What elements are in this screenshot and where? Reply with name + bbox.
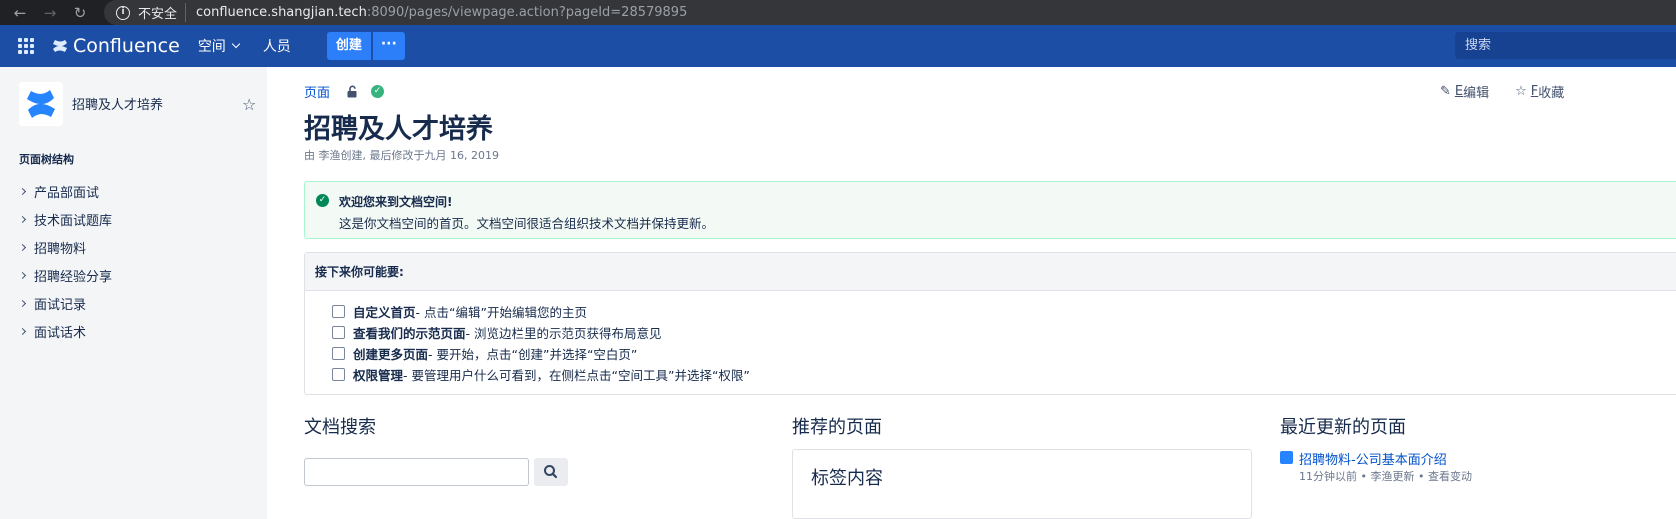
people-link[interactable]: 人员 bbox=[263, 36, 291, 56]
chevron-right-icon[interactable] bbox=[18, 243, 27, 251]
tree-item-label[interactable]: 招聘物料 bbox=[34, 238, 86, 257]
insecure-label: 不安全 bbox=[138, 3, 187, 22]
tree-item[interactable]: 招聘物料 bbox=[18, 233, 112, 261]
tree-item-label[interactable]: 招聘经验分享 bbox=[34, 266, 112, 285]
task-item: 查看我们的示范页面 - 浏览边栏里的示范页获得布局意见 bbox=[332, 322, 1676, 343]
main-area: 招聘及人才培养 ☆ 页面树结构 产品部面试 技术面试题库 招聘物料 招聘经验分享… bbox=[0, 67, 1676, 519]
tree-item[interactable]: 面试话术 bbox=[18, 317, 112, 345]
space-name[interactable]: 招聘及人才培养 bbox=[72, 94, 163, 113]
back-arrow-icon[interactable]: ← bbox=[10, 3, 30, 23]
star-icon: ☆ bbox=[1515, 84, 1527, 99]
task-description: - 要开始，点击“创建”并选择“空白页” bbox=[428, 347, 638, 362]
chevron-right-icon[interactable] bbox=[18, 271, 27, 279]
search-input[interactable]: 搜索 bbox=[1455, 32, 1676, 59]
task-checkbox[interactable] bbox=[332, 305, 345, 318]
task-description: - 要管理用户什么可看到，在侧栏点击“空间工具”并选择“权限” bbox=[403, 368, 750, 383]
address-bar[interactable]: i 不安全 confluence.shangjian.tech :8090/pa… bbox=[104, 0, 1676, 25]
space-logo-icon bbox=[27, 90, 55, 118]
tree-item[interactable]: 产品部面试 bbox=[18, 177, 112, 205]
browser-toolbar: ← → ↻ i 不安全 confluence.shangjian.tech :8… bbox=[0, 0, 1676, 25]
confluence-logo-icon bbox=[53, 40, 67, 52]
star-icon[interactable]: ☆ bbox=[242, 95, 256, 114]
tag-content-card: 标签内容 bbox=[792, 449, 1252, 519]
search-icon bbox=[544, 465, 558, 479]
page-actions: ✎ E 编辑 ☆ F 收藏 bbox=[1440, 82, 1590, 101]
task-description: - 浏览边栏里的示范页获得布局意见 bbox=[465, 326, 662, 341]
forward-arrow-icon[interactable]: → bbox=[40, 3, 60, 23]
breadcrumb-pages-link[interactable]: 页面 bbox=[304, 82, 330, 101]
task-title: 权限管理 bbox=[353, 368, 404, 383]
chevron-right-icon[interactable] bbox=[18, 327, 27, 335]
task-title: 自定义首页 bbox=[353, 305, 416, 320]
recent-page-meta: 11分钟以前 • 李渔更新 • 查看变动 bbox=[1299, 470, 1472, 483]
tree-item[interactable]: 技术面试题库 bbox=[18, 205, 112, 233]
task-list: 自定义首页 - 点击“编辑”开始编辑您的主页 查看我们的示范页面 - 浏览边栏里… bbox=[305, 301, 1676, 385]
task-item: 权限管理 - 要管理用户什么可看到，在侧栏点击“空间工具”并选择“权限” bbox=[332, 364, 1676, 385]
app-header: Confluence 空间 人员 创建 ··· 搜索 bbox=[0, 25, 1676, 67]
task-checkbox[interactable] bbox=[332, 347, 345, 360]
brand-name: Confluence bbox=[73, 35, 180, 57]
tree-item-label[interactable]: 面试记录 bbox=[34, 294, 86, 313]
create-button[interactable]: 创建 bbox=[326, 32, 371, 60]
chevron-right-icon[interactable] bbox=[18, 299, 27, 307]
task-checkbox[interactable] bbox=[332, 326, 345, 339]
welcome-panel: ✓ 欢迎您来到文档空间! 这是你文档空间的首页。文档空间很适合组织技术文档并保持… bbox=[304, 181, 1676, 239]
tree-item[interactable]: 招聘经验分享 bbox=[18, 261, 112, 289]
recommended-title: 推荐的页面 bbox=[792, 417, 882, 438]
page-byline: 由 李渔创建, 最后修改于九月 16, 2019 bbox=[304, 149, 499, 162]
tree-item[interactable]: 面试记录 bbox=[18, 289, 112, 317]
edit-shortcut-key: E bbox=[1454, 84, 1464, 99]
edit-button[interactable]: ✎ E 编辑 bbox=[1440, 82, 1489, 101]
save-label: 收藏 bbox=[1538, 86, 1565, 101]
pencil-icon: ✎ bbox=[1440, 84, 1451, 99]
task-item: 创建更多页面 - 要开始，点击“创建”并选择“空白页” bbox=[332, 343, 1676, 364]
task-checkbox[interactable] bbox=[332, 368, 345, 381]
tree-item-label[interactable]: 产品部面试 bbox=[34, 182, 99, 201]
page-doc-icon bbox=[1280, 451, 1293, 464]
tag-content-title: 标签内容 bbox=[811, 468, 883, 489]
tree-item-label[interactable]: 面试话术 bbox=[34, 322, 86, 341]
doc-search-input[interactable] bbox=[304, 458, 529, 486]
chevron-right-icon[interactable] bbox=[18, 187, 27, 195]
doc-search-button[interactable] bbox=[534, 458, 568, 486]
spaces-menu[interactable]: 空间 bbox=[197, 36, 241, 56]
app-switcher-icon[interactable] bbox=[18, 38, 34, 54]
page-content: 页面 ✓ ✎ E 编辑 ☆ F 收藏 招聘及人才培养 由 李渔创建, 最后修改于九月… bbox=[304, 67, 1676, 519]
welcome-body: 这是你文档空间的首页。文档空间很适合组织技术文档并保持更新。 bbox=[339, 216, 715, 231]
save-for-later-button[interactable]: ☆ F 收藏 bbox=[1515, 82, 1564, 101]
url-host: confluence.shangjian.tech bbox=[196, 5, 367, 20]
sidebar: 招聘及人才培养 ☆ 页面树结构 产品部面试 技术面试题库 招聘物料 招聘经验分享… bbox=[0, 67, 267, 519]
recent-title: 最近更新的页面 bbox=[1280, 417, 1406, 438]
page-tree-title: 页面树结构 bbox=[19, 153, 74, 166]
recent-page-link[interactable]: 招聘物料-公司基本面介绍 bbox=[1299, 449, 1447, 468]
task-title: 创建更多页面 bbox=[353, 347, 429, 362]
reload-icon[interactable]: ↻ bbox=[70, 3, 90, 23]
unlock-icon[interactable] bbox=[346, 85, 359, 98]
more-create-button[interactable]: ··· bbox=[372, 32, 405, 60]
url-path: :8090/pages/viewpage.action?pageId=28579… bbox=[366, 5, 688, 20]
chevron-down-icon bbox=[231, 39, 241, 49]
verified-check-icon[interactable]: ✓ bbox=[371, 85, 385, 98]
page-tree: 产品部面试 技术面试题库 招聘物料 招聘经验分享 面试记录 面试话术 bbox=[18, 177, 112, 345]
task-title: 查看我们的示范页面 bbox=[353, 326, 466, 341]
edit-label: 编辑 bbox=[1463, 86, 1490, 101]
confluence-logo[interactable]: Confluence bbox=[52, 35, 180, 57]
welcome-title: 欢迎您来到文档空间! bbox=[339, 195, 453, 209]
success-check-icon: ✓ bbox=[316, 194, 329, 207]
breadcrumb: 页面 ✓ bbox=[304, 82, 385, 101]
space-logo[interactable] bbox=[19, 82, 63, 126]
spaces-label: 空间 bbox=[197, 39, 226, 55]
task-description: - 点击“编辑”开始编辑您的主页 bbox=[415, 305, 587, 320]
next-steps-panel: 接下来你可能要: 自定义首页 - 点击“编辑”开始编辑您的主页 查看我们的示范页… bbox=[304, 252, 1676, 395]
doc-search-title: 文档搜索 bbox=[304, 417, 376, 438]
task-item: 自定义首页 - 点击“编辑”开始编辑您的主页 bbox=[332, 301, 1676, 322]
tree-item-label[interactable]: 技术面试题库 bbox=[34, 210, 112, 229]
page-title: 招聘及人才培养 bbox=[304, 114, 493, 145]
chevron-right-icon[interactable] bbox=[18, 215, 27, 223]
info-icon[interactable]: i bbox=[116, 5, 130, 20]
save-shortcut-key: F bbox=[1530, 84, 1539, 99]
next-steps-heading: 接下来你可能要: bbox=[305, 253, 1676, 291]
